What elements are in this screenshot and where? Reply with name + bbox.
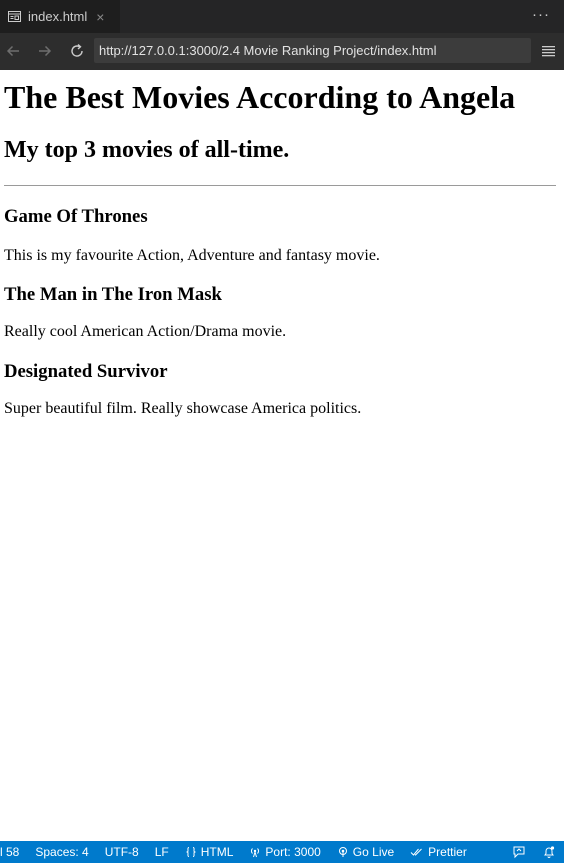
- url-input[interactable]: http://127.0.0.1:3000/2.4 Movie Ranking …: [94, 38, 531, 63]
- hamburger-menu-icon[interactable]: [540, 42, 558, 60]
- language-label: HTML: [200, 845, 234, 859]
- movie-title: Designated Survivor: [4, 361, 168, 382]
- broadcast-icon: [251, 848, 260, 858]
- indentation-status[interactable]: Spaces: 4: [27, 841, 96, 863]
- cursor-position[interactable]: l 58: [0, 841, 27, 863]
- status-bar: l 58 Spaces: 4 UTF-8 LF HTML Port: 3000 …: [0, 841, 564, 863]
- double-check-icon: [410, 848, 423, 856]
- prettier-status[interactable]: Prettier: [402, 841, 475, 863]
- encoding-status[interactable]: UTF-8: [97, 841, 147, 863]
- language-mode[interactable]: HTML: [177, 841, 242, 863]
- address-bar: http://127.0.0.1:3000/2.4 Movie Ranking …: [0, 33, 564, 70]
- page-content: The Best Movies According to Angela My t…: [0, 70, 564, 841]
- eol-status[interactable]: LF: [147, 841, 177, 863]
- more-actions-icon[interactable]: ···: [532, 6, 550, 23]
- tab-index-html[interactable]: index.html ×: [0, 0, 120, 33]
- reload-icon[interactable]: [67, 41, 87, 61]
- tab-bar: index.html × ···: [0, 0, 564, 33]
- notifications-bell-icon[interactable]: [534, 841, 564, 863]
- arrow-right-icon[interactable]: [35, 41, 55, 61]
- port-status[interactable]: Port: 3000: [241, 841, 328, 863]
- radio-tower-icon: [338, 847, 347, 857]
- close-icon[interactable]: ×: [96, 10, 104, 24]
- braces-icon: [186, 847, 196, 857]
- movie-title: The Man in The Iron Mask: [4, 284, 222, 305]
- movie-description: Really cool American Action/Drama movie.: [4, 323, 287, 340]
- page-title: The Best Movies According to Angela: [4, 79, 516, 115]
- horizontal-rule: [4, 185, 556, 186]
- go-live-label: Go Live: [352, 845, 395, 859]
- status-bar-actions: [504, 841, 564, 863]
- movie-title: Game Of Thrones: [4, 206, 148, 227]
- prettier-label: Prettier: [428, 845, 467, 859]
- page-subtitle: My top 3 movies of all-time.: [4, 137, 290, 163]
- browser-preview-icon: [8, 10, 21, 23]
- movie-description: Super beautiful film. Really showcase Am…: [4, 400, 362, 417]
- tab-label: index.html: [28, 9, 88, 24]
- movie-description: This is my favourite Action, Adventure a…: [4, 247, 380, 264]
- go-live-button[interactable]: Go Live: [329, 841, 402, 863]
- port-label: Port: 3000: [265, 845, 321, 859]
- feedback-icon[interactable]: [504, 841, 534, 863]
- arrow-left-icon[interactable]: [3, 41, 23, 61]
